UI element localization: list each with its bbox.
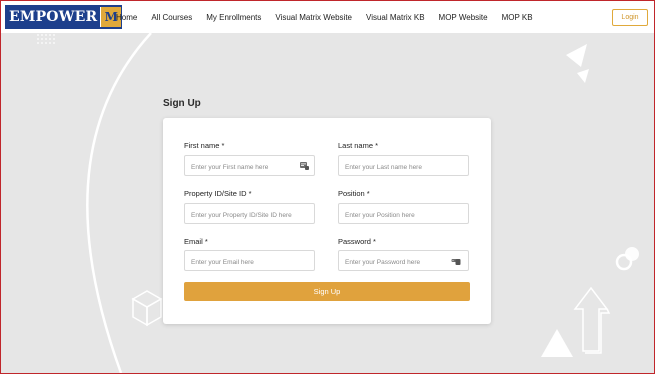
top-navbar: EMPOWER M Home All Courses My Enrollment… bbox=[1, 1, 654, 33]
last-name-field[interactable] bbox=[338, 155, 469, 177]
main-menu: Home All Courses My Enrollments Visual M… bbox=[116, 1, 547, 33]
property-id-input[interactable] bbox=[185, 206, 314, 225]
login-button[interactable]: Login bbox=[612, 9, 648, 26]
property-id-field[interactable] bbox=[184, 203, 315, 225]
decorative-arrow bbox=[573, 286, 611, 354]
contact-card-icon[interactable] bbox=[300, 162, 309, 170]
decorative-triangle-small bbox=[577, 69, 589, 83]
property-id-label: Property ID/Site ID * bbox=[184, 189, 252, 198]
nav-link-visual-matrix-website[interactable]: Visual Matrix Website bbox=[275, 13, 352, 22]
email-label: Email * bbox=[184, 237, 208, 246]
position-field[interactable] bbox=[338, 203, 469, 225]
page-title: Sign Up bbox=[163, 98, 201, 109]
last-name-label: Last name * bbox=[338, 141, 379, 150]
nav-link-all-courses[interactable]: All Courses bbox=[151, 13, 192, 22]
nav-link-visual-matrix-kb[interactable]: Visual Matrix KB bbox=[366, 13, 425, 22]
email-input[interactable] bbox=[185, 253, 314, 272]
page-frame: EMPOWER M Home All Courses My Enrollment… bbox=[0, 0, 655, 374]
email-field[interactable] bbox=[184, 250, 315, 272]
last-name-input[interactable] bbox=[339, 158, 468, 177]
first-name-field[interactable] bbox=[184, 155, 315, 177]
position-input[interactable] bbox=[339, 206, 468, 225]
first-name-label: First name * bbox=[184, 141, 225, 150]
nav-link-home[interactable]: Home bbox=[116, 13, 137, 22]
signup-button[interactable]: Sign Up bbox=[184, 282, 470, 301]
decorative-triangle-bottom bbox=[541, 329, 573, 357]
first-name-input[interactable] bbox=[185, 158, 314, 177]
position-label: Position * bbox=[338, 189, 370, 198]
logo-text: EMPOWER bbox=[6, 7, 101, 27]
decorative-dot-grid bbox=[37, 34, 55, 44]
nav-link-mop-website[interactable]: MOP Website bbox=[439, 13, 488, 22]
decorative-circle-filled bbox=[625, 247, 639, 261]
decorative-cube bbox=[131, 290, 163, 327]
decorative-triangle bbox=[566, 44, 587, 67]
nav-link-mop-kb[interactable]: MOP KB bbox=[502, 13, 533, 22]
password-field[interactable] bbox=[338, 250, 469, 272]
nav-link-my-enrollments[interactable]: My Enrollments bbox=[206, 13, 261, 22]
password-manager-icon[interactable] bbox=[449, 257, 463, 265]
password-label: Password * bbox=[338, 237, 376, 246]
signup-form-card: First name * Last name * Property ID/Sit… bbox=[163, 118, 491, 324]
empower-logo[interactable]: EMPOWER M bbox=[5, 5, 123, 29]
